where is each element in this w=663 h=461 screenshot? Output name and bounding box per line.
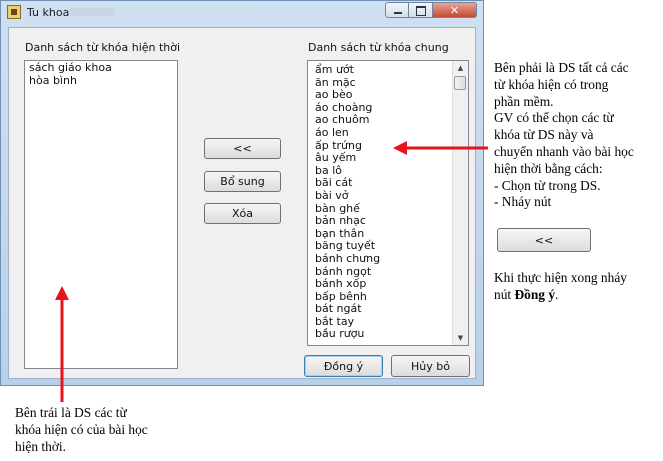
up-pointing-arrow-head-icon (55, 286, 69, 300)
right-note-line: khóa từ DS này và (494, 127, 594, 143)
finish-note-suffix: . (555, 286, 559, 302)
left-annotation: Bên trái là DS các từ khóa hiện có của bà… (15, 405, 148, 455)
right-pointing-arrow-head-icon (393, 141, 407, 155)
left-note-line: khóa hiện có của bài học (15, 421, 148, 437)
left-note-line: Bên trái là DS các từ (15, 405, 127, 420)
left-note-line: hiện thời. (15, 438, 66, 454)
right-note-line: hiện thời bằng cách: (494, 160, 603, 176)
finish-note-bold: Đồng ý (514, 286, 556, 302)
right-note-line: chuyển nhanh vào bài học (494, 143, 634, 159)
right-note-line: - Nháy nút (494, 194, 552, 210)
right-note-line: từ khóa hiện có trong (494, 76, 609, 92)
finish-note-line2: nút Đồng ý. (494, 287, 627, 304)
right-note-line: - Chọn từ trong DS. (494, 177, 601, 193)
right-annotation: Bên phải là DS tất cả các từ khóa hiện có… (494, 60, 634, 211)
right-note-line: phần mềm. (494, 93, 554, 109)
finish-annotation: Khi thực hiện xong nháy nút Đồng ý. (494, 270, 627, 304)
right-note-line: Bên phải là DS tất cả các (494, 60, 629, 75)
finish-note-mid: nút (494, 286, 515, 302)
finish-note-line1: Khi thực hiện xong nháy (494, 270, 627, 285)
sample-move-left-button: << (497, 228, 591, 252)
right-note-line: GV có thể chọn các từ (494, 110, 614, 126)
